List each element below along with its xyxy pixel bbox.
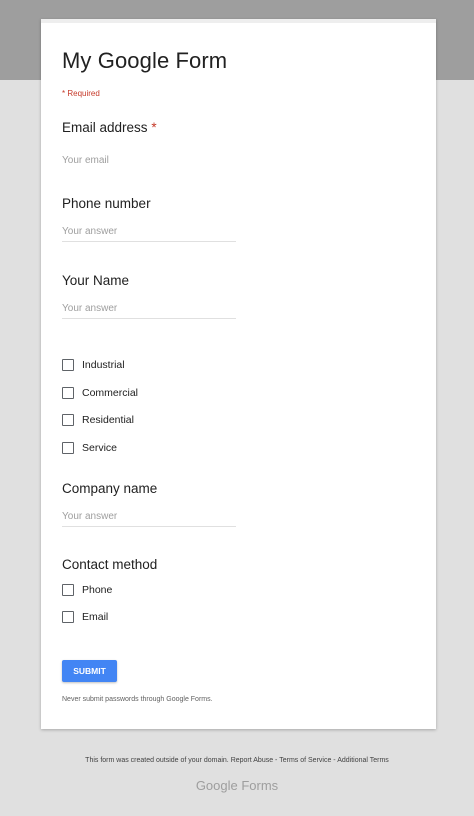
password-warning: Never submit passwords through Google Fo… <box>62 696 213 703</box>
option-service[interactable]: Service <box>62 440 117 456</box>
checkbox-unchecked-icon[interactable] <box>62 584 74 596</box>
option-label: Commercial <box>82 387 139 399</box>
contact-method-title: Contact method <box>62 557 158 572</box>
name-input[interactable] <box>62 299 236 319</box>
option-residential[interactable]: Residential <box>62 412 134 428</box>
option-email[interactable]: Email <box>62 609 108 625</box>
option-industrial[interactable]: Industrial <box>62 357 125 373</box>
checkbox-unchecked-icon[interactable] <box>62 387 74 399</box>
option-commercial[interactable]: Commercial <box>62 385 138 401</box>
form-title: My Google Form <box>62 48 228 73</box>
checkbox-unchecked-icon[interactable] <box>62 414 74 426</box>
required-note: * Required <box>62 89 100 98</box>
phone-input[interactable] <box>62 222 236 242</box>
option-label: Service <box>82 442 118 454</box>
name-question-title: Your Name <box>62 273 130 288</box>
email-input[interactable] <box>62 150 236 170</box>
additional-terms-link[interactable]: Additional Terms <box>337 757 389 764</box>
option-label: Email <box>82 611 109 623</box>
form-card: My Google Form * Required Email address … <box>41 19 436 729</box>
phone-question-title: Phone number <box>62 196 151 211</box>
terms-of-service-link[interactable]: Terms of Service <box>279 757 331 764</box>
submit-button[interactable]: SUBMIT <box>62 660 117 682</box>
required-marker: * <box>151 120 157 135</box>
google-forms-logo[interactable]: Google Forms <box>0 778 474 793</box>
option-label: Industrial <box>82 359 125 371</box>
option-phone[interactable]: Phone <box>62 582 112 598</box>
footer-domain-notice: This form was created outside of your do… <box>85 757 231 764</box>
checkbox-unchecked-icon[interactable] <box>62 611 74 623</box>
email-question-title: Email address * <box>62 120 157 135</box>
email-label: Email address <box>62 120 148 135</box>
company-input[interactable] <box>62 507 236 527</box>
footer-notice: This form was created outside of your do… <box>0 757 474 764</box>
company-question-title: Company name <box>62 481 158 496</box>
checkbox-unchecked-icon[interactable] <box>62 359 74 371</box>
option-label: Residential <box>82 414 134 426</box>
report-abuse-link[interactable]: Report Abuse <box>231 757 273 764</box>
checkbox-unchecked-icon[interactable] <box>62 442 74 454</box>
option-label: Phone <box>82 584 113 596</box>
